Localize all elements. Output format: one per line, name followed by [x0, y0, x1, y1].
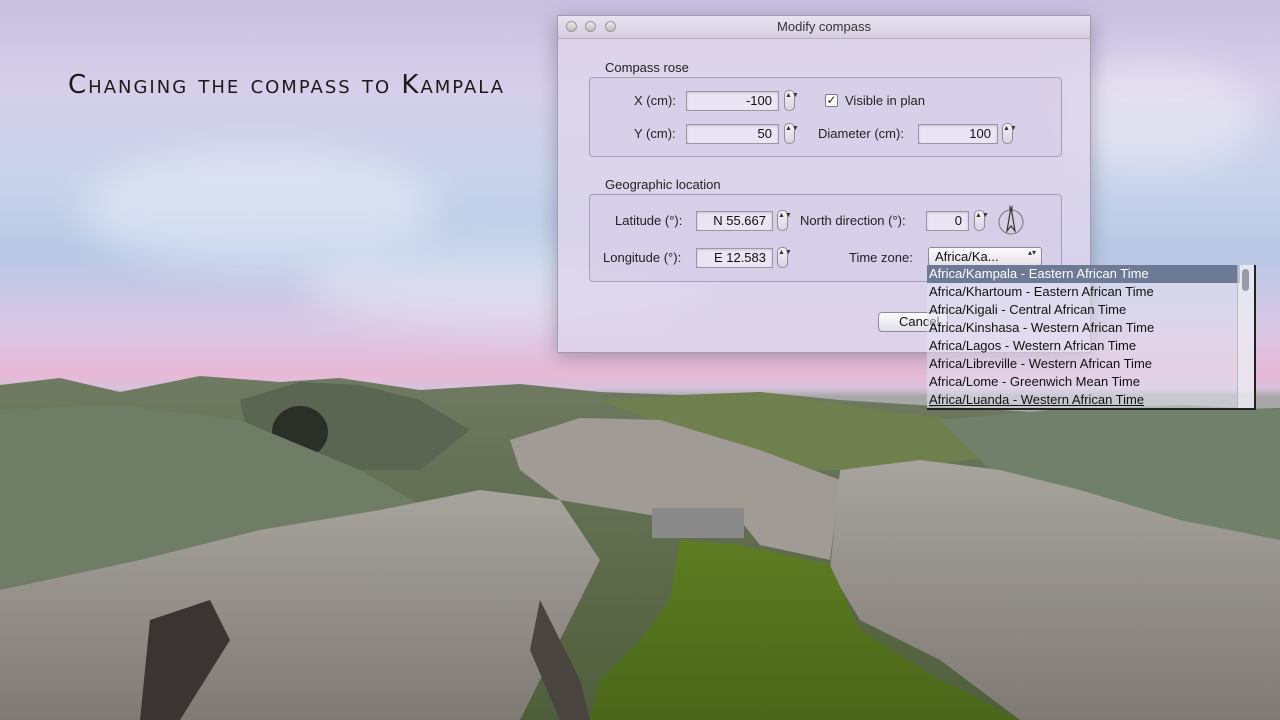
- latitude-stepper[interactable]: ▲▼: [777, 210, 792, 231]
- popup-arrows-icon: ▴▾: [1027, 248, 1036, 257]
- diameter-label: Diameter (cm):: [818, 126, 904, 141]
- visible-in-plan-checkbox[interactable]: ✓: [825, 94, 838, 107]
- north-direction-field[interactable]: 0: [926, 211, 969, 231]
- list-item[interactable]: Africa/Kigali - Central African Time: [927, 301, 1254, 319]
- compass-rose-section-label: Compass rose: [605, 60, 689, 75]
- building: [652, 508, 744, 538]
- dropdown-scrollbar[interactable]: [1237, 265, 1254, 408]
- diameter-stepper[interactable]: ▲▼: [1002, 123, 1017, 144]
- latitude-label: Latitude (°):: [615, 213, 683, 228]
- longitude-label: Longitude (°):: [603, 250, 682, 265]
- y-field[interactable]: 50: [686, 124, 779, 144]
- longitude-field[interactable]: E 12.583: [696, 248, 773, 268]
- diameter-field[interactable]: 100: [918, 124, 998, 144]
- longitude-stepper[interactable]: ▲▼: [777, 247, 792, 268]
- zoom-window-button[interactable]: [605, 21, 616, 32]
- dialog-title: Modify compass: [777, 19, 871, 34]
- caption-title: Changing the compass to Kampala: [68, 70, 506, 100]
- time-zone-selected-value: Africa/Ka...: [935, 249, 999, 264]
- list-item[interactable]: Africa/Luanda - Western African Time: [927, 391, 1254, 408]
- list-item[interactable]: Africa/Lagos - Western African Time: [927, 337, 1254, 355]
- x-field[interactable]: -100: [686, 91, 779, 111]
- time-zone-label: Time zone:: [849, 250, 913, 265]
- close-window-button[interactable]: [566, 21, 577, 32]
- y-label: Y (cm):: [634, 126, 676, 141]
- list-item[interactable]: Africa/Lome - Greenwich Mean Time: [927, 373, 1254, 391]
- svg-text:N: N: [1009, 205, 1014, 212]
- time-zone-dropdown-list: Africa/Kampala - Eastern African Time Af…: [927, 265, 1256, 410]
- north-direction-label: North direction (°):: [800, 213, 906, 228]
- x-stepper[interactable]: ▲▼: [784, 90, 799, 111]
- minimize-window-button[interactable]: [585, 21, 596, 32]
- dialog-titlebar: Modify compass: [558, 16, 1090, 39]
- compass-rose-icon: N: [998, 205, 1024, 235]
- compass-rose-group: [589, 77, 1062, 157]
- list-item[interactable]: Africa/Libreville - Western African Time: [927, 355, 1254, 373]
- x-label: X (cm):: [634, 93, 676, 108]
- list-item[interactable]: Africa/Khartoum - Eastern African Time: [927, 283, 1254, 301]
- y-stepper[interactable]: ▲▼: [784, 123, 799, 144]
- scrollbar-thumb[interactable]: [1242, 269, 1249, 291]
- north-direction-stepper[interactable]: ▲▼: [974, 210, 989, 231]
- latitude-field[interactable]: N 55.667: [696, 211, 773, 231]
- list-item[interactable]: Africa/Kinshasa - Western African Time: [927, 319, 1254, 337]
- geographic-location-section-label: Geographic location: [605, 177, 721, 192]
- list-item-selected[interactable]: Africa/Kampala - Eastern African Time: [927, 265, 1240, 283]
- visible-in-plan-label: Visible in plan: [845, 93, 925, 108]
- time-zone-popup[interactable]: Africa/Ka... ▴▾: [928, 247, 1042, 266]
